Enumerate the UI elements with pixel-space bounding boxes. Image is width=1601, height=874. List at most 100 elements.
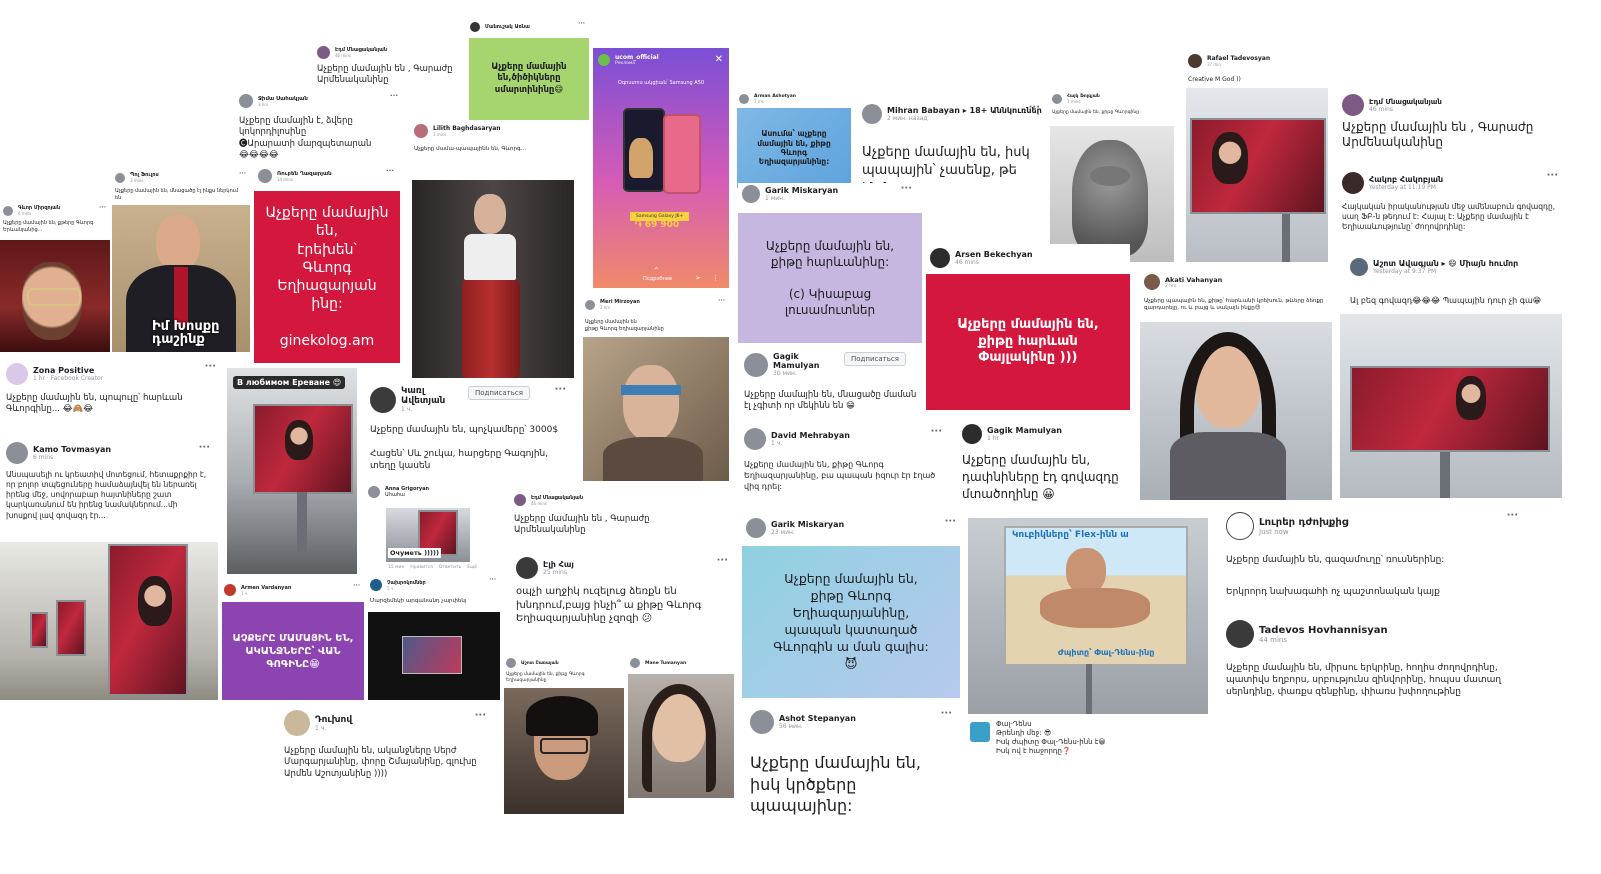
more-options-icon[interactable]: ··· bbox=[205, 361, 216, 372]
more-options-icon[interactable]: ··· bbox=[199, 442, 210, 453]
post-link[interactable]: Երկրորդ նախագահի ոչ պաշտոնական կայք bbox=[1226, 586, 1518, 598]
post-text-panel[interactable]: ԱՉՔԵՐԸ ՄԱՄԱՅԻՆ ԵՆ, ԱԿԱՆՋՆԵՐԸ՝ ՎԱՆ ԳՈԳԻՆԸ… bbox=[222, 602, 364, 700]
post-photo[interactable] bbox=[1140, 322, 1332, 500]
more-options-icon[interactable]: ··· bbox=[555, 384, 566, 395]
send-icon[interactable]: ➢ bbox=[695, 274, 701, 282]
post-photo[interactable]: Կուբիկները՝ Flex-ինն ա Ժպիտը՝ Փալ-Դենս-ի… bbox=[968, 518, 1208, 714]
author-name[interactable]: Դուխով bbox=[315, 715, 352, 725]
post-text-panel[interactable]: Աչքերը մամային են, քիթը Գևորգ Եղիազարյան… bbox=[742, 546, 960, 698]
brand-logo-icon[interactable] bbox=[598, 54, 610, 66]
avatar[interactable] bbox=[470, 22, 480, 32]
swipe-up-icon[interactable]: ⌃ bbox=[653, 266, 660, 275]
more-options-icon[interactable]: ⋮ bbox=[712, 274, 719, 282]
author-name[interactable]: Հակոբ Հակոբյան bbox=[1369, 175, 1443, 184]
avatar[interactable] bbox=[1342, 172, 1364, 194]
post-photo[interactable] bbox=[628, 674, 734, 798]
post-text-panel[interactable]: Աչքերը մամային են,ծիծիկները սմարտինինը😄 bbox=[469, 38, 589, 120]
avatar[interactable] bbox=[1144, 274, 1160, 290]
more-options-icon[interactable]: ··· bbox=[353, 582, 360, 589]
author-name[interactable]: Մանուշակ Առնա bbox=[485, 24, 530, 30]
avatar[interactable] bbox=[514, 494, 526, 506]
more-link[interactable]: Ещё bbox=[467, 565, 477, 570]
more-options-icon[interactable]: ··· bbox=[1547, 170, 1558, 181]
avatar[interactable] bbox=[516, 557, 538, 579]
author-name[interactable]: Աշոտ Ավագյան ▸ 😄 Միայն հումոր bbox=[1373, 259, 1518, 268]
post-photo[interactable] bbox=[1186, 88, 1328, 262]
author-name[interactable]: Էլի Հայ bbox=[543, 560, 574, 569]
post-photo[interactable] bbox=[227, 368, 357, 574]
avatar[interactable] bbox=[862, 104, 882, 124]
more-link[interactable]: Подробнее bbox=[643, 276, 672, 282]
author-name[interactable]: Չախրոկոմներ bbox=[387, 580, 426, 586]
avatar[interactable] bbox=[6, 442, 28, 464]
avatar[interactable] bbox=[930, 248, 950, 268]
more-options-icon[interactable]: ··· bbox=[901, 183, 912, 194]
author-name[interactable]: Tadevos Hovhannisyan bbox=[1259, 625, 1388, 636]
avatar[interactable] bbox=[115, 172, 125, 183]
more-options-icon[interactable]: ··· bbox=[1029, 102, 1040, 113]
author-name[interactable]: Էդմ Մնացականյան bbox=[1369, 98, 1442, 106]
more-options-icon[interactable]: ··· bbox=[945, 516, 956, 527]
avatar[interactable] bbox=[962, 424, 982, 444]
author-name[interactable]: Akati Vahanyan bbox=[1165, 276, 1222, 284]
author-name[interactable]: Ջիմա Սահակյան bbox=[258, 96, 308, 102]
author-name[interactable]: Arsen Bekechyan bbox=[955, 250, 1033, 259]
avatar[interactable] bbox=[744, 352, 768, 377]
avatar[interactable] bbox=[585, 299, 595, 310]
avatar[interactable] bbox=[1188, 54, 1202, 68]
author-name[interactable]: Armen Vardanyan bbox=[241, 585, 291, 591]
avatar[interactable] bbox=[370, 579, 382, 591]
post-photo[interactable] bbox=[1340, 314, 1562, 498]
follow-button[interactable]: Подписаться bbox=[468, 386, 530, 400]
author-name[interactable]: Gagik Mamulyan bbox=[773, 352, 833, 370]
more-options-icon[interactable]: ··· bbox=[578, 20, 585, 27]
post-text-panel[interactable]: Ասումա՝ աչքերը մամային են, քիթը Գևորգ Եղ… bbox=[737, 108, 851, 188]
post-photo[interactable]: Իմ Խոսքը դաշինք bbox=[112, 205, 250, 352]
author-name[interactable]: David Mehrabyan bbox=[771, 431, 850, 440]
author-name-text[interactable]: Աշոտ Ավագյան bbox=[1373, 259, 1439, 268]
post-photo[interactable] bbox=[504, 688, 624, 814]
more-options-icon[interactable]: ··· bbox=[390, 92, 398, 100]
more-options-icon[interactable]: ··· bbox=[386, 167, 394, 175]
avatar[interactable] bbox=[1226, 512, 1254, 540]
avatar[interactable] bbox=[739, 94, 749, 104]
avatar[interactable] bbox=[368, 486, 380, 498]
author-name[interactable]: Կառլ Ավետյան bbox=[401, 386, 456, 406]
follow-button[interactable]: Подписаться bbox=[844, 352, 906, 366]
post-photo[interactable] bbox=[583, 337, 729, 481]
author-name[interactable]: Ռուբեն Ղազարյան bbox=[277, 171, 332, 177]
author-name[interactable]: Lilith Baghdasaryan bbox=[433, 125, 501, 132]
author-name[interactable]: Garik Miskaryan bbox=[765, 186, 838, 195]
avatar[interactable] bbox=[744, 428, 766, 450]
author-name[interactable]: Gagik Mamulyan bbox=[987, 426, 1062, 435]
author-name[interactable]: Լուրեր դժոխքից bbox=[1259, 517, 1348, 528]
more-options-icon[interactable]: ··· bbox=[489, 576, 496, 583]
avatar[interactable] bbox=[414, 124, 428, 138]
post-text-panel[interactable]: Աչքերը մամային են, քիթը հարևան Փայլակինը… bbox=[926, 274, 1130, 410]
avatar[interactable] bbox=[1052, 94, 1062, 104]
author-name-text[interactable]: Mihran Babayan bbox=[887, 106, 960, 115]
avatar[interactable] bbox=[750, 710, 774, 734]
author-name[interactable]: Garik Miskaryan bbox=[771, 520, 844, 529]
avatar[interactable] bbox=[258, 169, 272, 183]
brand-logo-icon[interactable] bbox=[970, 722, 990, 742]
author-name[interactable]: Kamo Tovmasyan bbox=[33, 445, 111, 454]
avatar[interactable] bbox=[506, 658, 516, 668]
author-name[interactable]: Mihran Babayan ▸ 18+ Աննկուռներ bbox=[887, 106, 1042, 115]
avatar[interactable] bbox=[630, 658, 640, 668]
post-photo[interactable] bbox=[368, 612, 500, 700]
reply-link[interactable]: Ответить bbox=[439, 565, 461, 570]
avatar[interactable] bbox=[1226, 620, 1254, 648]
avatar[interactable] bbox=[1350, 258, 1368, 276]
avatar[interactable] bbox=[239, 94, 253, 108]
author-name[interactable]: ucom_official bbox=[615, 54, 659, 61]
avatar[interactable] bbox=[1342, 94, 1364, 116]
more-options-icon[interactable]: ··· bbox=[931, 426, 942, 437]
like-link[interactable]: Нравится bbox=[410, 565, 432, 570]
more-options-icon[interactable]: ··· bbox=[718, 297, 725, 304]
post-photo[interactable] bbox=[1050, 126, 1174, 262]
author-name[interactable]: Աշոտ Շառայան bbox=[521, 661, 559, 666]
avatar[interactable] bbox=[370, 386, 396, 413]
more-options-icon[interactable]: ··· bbox=[475, 710, 486, 721]
post-photo[interactable] bbox=[0, 542, 218, 700]
